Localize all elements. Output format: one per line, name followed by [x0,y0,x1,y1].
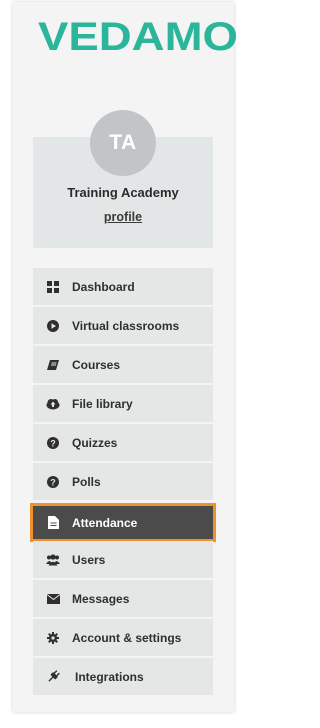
sidebar-item-label: Users [72,552,106,567]
svg-text:?: ? [50,438,56,448]
sidebar-item-label: File library [72,396,133,411]
sidebar-item-label: Attendance [72,515,138,530]
logo-text: VEDAMO [38,16,238,58]
sidebar-item-label: Account & settings [72,630,182,645]
sidebar-item-integrations[interactable]: Integrations [33,658,213,695]
sidebar-item-users[interactable]: Users [33,541,213,578]
sidebar-item-label: Messages [72,591,130,606]
envelope-icon [46,592,60,606]
profile-link[interactable]: profile [33,210,213,224]
sidebar-item-label: Polls [72,474,101,489]
vedamo-logo[interactable]: VEDAMO [35,16,241,58]
sidebar-item-polls[interactable]: ? Polls [33,463,213,500]
sidebar-item-account-settings[interactable]: Account & settings [33,619,213,656]
sidebar-item-label: Integrations [75,669,144,684]
play-circle-icon [46,319,60,333]
sidebar-item-quizzes[interactable]: ? Quizzes [33,424,213,461]
document-icon [46,516,60,530]
gear-icon [46,631,60,645]
sidebar-item-label: Courses [72,357,121,372]
sidebar-item-label: Quizzes [72,435,118,450]
sidebar-item-virtual-classrooms[interactable]: Virtual classrooms [33,307,213,344]
sidebar-item-attendance[interactable]: Attendance [30,503,216,542]
sidebar-item-dashboard[interactable]: Dashboard [33,268,213,305]
question-circle-icon: ? [46,475,60,489]
question-circle-icon: ? [46,436,60,450]
dashboard-icon [46,280,60,294]
sidebar-item-label: Dashboard [72,279,135,294]
organization-name: Training Academy [67,185,179,200]
cloud-upload-icon [46,397,60,411]
sidebar-item-courses[interactable]: Courses [33,346,213,383]
sidebar-panel: VEDAMO TA Training Academy profile Dashb… [13,2,238,712]
profile-card: TA Training Academy profile [33,110,213,248]
book-icon [46,358,60,372]
plug-icon [46,670,60,684]
svg-text:?: ? [50,477,56,487]
sidebar-item-messages[interactable]: Messages [33,580,213,617]
avatar[interactable]: TA [90,110,156,176]
sidebar-item-file-library[interactable]: File library [33,385,213,422]
users-icon [46,553,60,567]
sidebar-item-label: Virtual classrooms [72,318,180,333]
